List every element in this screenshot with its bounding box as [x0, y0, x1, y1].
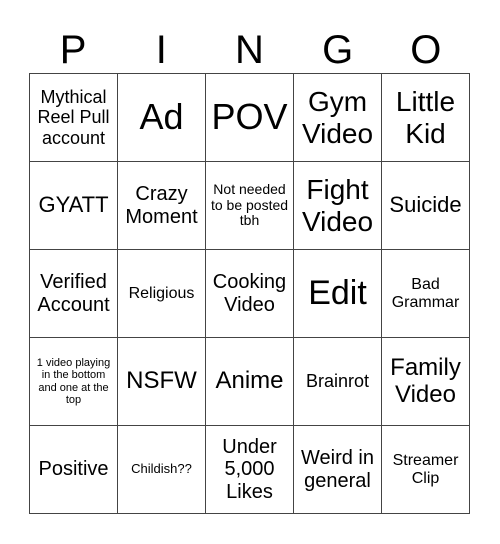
bingo-cell[interactable]: Verified Account: [30, 250, 118, 338]
bingo-grid: Mythical Reel Pull account Ad POV Gym Vi…: [29, 73, 470, 514]
bingo-cell[interactable]: Edit: [294, 250, 382, 338]
header-letter-g: G: [322, 28, 354, 72]
bingo-cell[interactable]: Positive: [30, 426, 118, 514]
header-letter-o: O: [410, 28, 442, 72]
bingo-cell[interactable]: POV: [206, 74, 294, 162]
bingo-header: P I N G O: [29, 28, 470, 72]
bingo-cell[interactable]: Brainrot: [294, 338, 382, 426]
bingo-cell[interactable]: Suicide: [382, 162, 470, 250]
bingo-cell[interactable]: GYATT: [30, 162, 118, 250]
bingo-cell[interactable]: 1 video playing in the bottom and one at…: [30, 338, 118, 426]
bingo-cell[interactable]: Family Video: [382, 338, 470, 426]
bingo-cell[interactable]: NSFW: [118, 338, 206, 426]
header-letter-p: P: [59, 28, 87, 72]
bingo-cell[interactable]: Ad: [118, 74, 206, 162]
bingo-cell[interactable]: Gym Video: [294, 74, 382, 162]
bingo-cell[interactable]: Crazy Moment: [118, 162, 206, 250]
bingo-cell[interactable]: Cooking Video: [206, 250, 294, 338]
bingo-cell[interactable]: Little Kid: [382, 74, 470, 162]
bingo-cell[interactable]: Not needed to be posted tbh: [206, 162, 294, 250]
header-letter-n: N: [235, 28, 264, 72]
header-letter-i: I: [155, 28, 167, 72]
bingo-cell[interactable]: Weird in general: [294, 426, 382, 514]
bingo-cell[interactable]: Anime: [206, 338, 294, 426]
bingo-cell[interactable]: Fight Video: [294, 162, 382, 250]
bingo-cell[interactable]: Under 5,000 Likes: [206, 426, 294, 514]
bingo-cell[interactable]: Childish??: [118, 426, 206, 514]
bingo-cell[interactable]: Mythical Reel Pull account: [30, 74, 118, 162]
bingo-cell[interactable]: Streamer Clip: [382, 426, 470, 514]
bingo-cell[interactable]: Bad Grammar: [382, 250, 470, 338]
bingo-cell[interactable]: Religious: [118, 250, 206, 338]
